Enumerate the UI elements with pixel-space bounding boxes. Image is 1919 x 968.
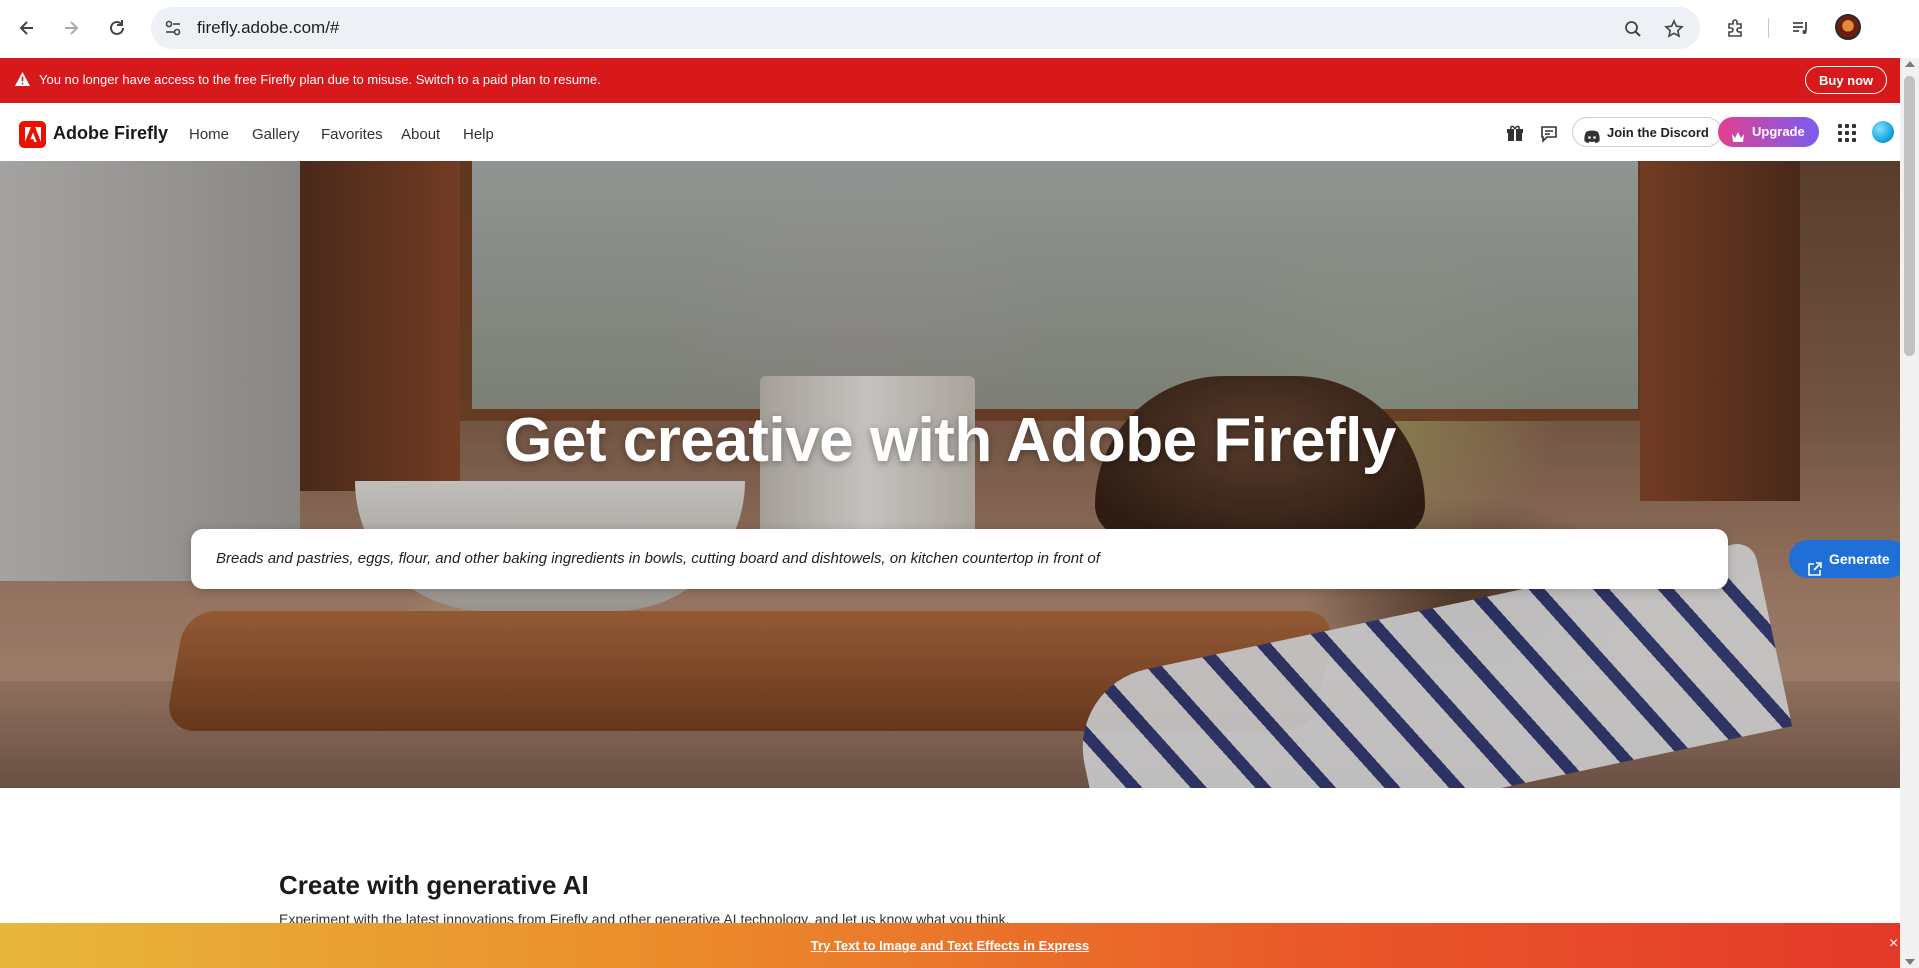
toolbar-divider [1768,18,1769,38]
prompt-input[interactable]: Breads and pastries, eggs, flour, and ot… [191,529,1900,589]
page-scrollbar[interactable] [1900,58,1919,968]
crown-icon [1731,125,1745,155]
hero-title: Get creative with Adobe Firefly [504,406,1396,475]
express-promo-banner: Try Text to Image and Text Effects in Ex… [0,923,1900,968]
discord-icon [1584,125,1600,154]
generate-button[interactable]: Generate [1789,540,1900,578]
user-avatar[interactable] [1872,121,1894,143]
brand-name[interactable]: Adobe Firefly [53,123,168,144]
gift-icon[interactable] [1504,123,1526,145]
back-arrow-icon[interactable] [9,10,45,46]
browser-toolbar: firefly.adobe.com/# [0,0,1919,58]
upgrade-button[interactable]: Upgrade [1718,117,1819,147]
extensions-icon[interactable] [1717,10,1753,46]
section-title: Create with generative AI [279,870,589,900]
reload-icon[interactable] [99,10,135,46]
express-promo-link[interactable]: Try Text to Image and Text Effects in Ex… [0,938,1900,953]
adobe-logo-icon[interactable] [19,121,46,148]
close-icon[interactable]: × [1889,935,1898,953]
address-bar[interactable]: firefly.adobe.com/# [151,7,1700,49]
scroll-up-arrow-icon[interactable] [1905,61,1915,67]
scroll-down-arrow-icon[interactable] [1905,959,1915,965]
scrollbar-thumb[interactable] [1904,76,1915,356]
zoom-icon[interactable] [1622,18,1644,40]
apps-grid-icon[interactable] [1838,124,1856,142]
bookmark-star-icon[interactable] [1663,18,1685,40]
feedback-chat-icon[interactable] [1538,123,1560,145]
media-control-icon[interactable] [1783,10,1819,46]
nav-favorites[interactable]: Favorites [321,126,383,143]
app-header: Adobe Firefly Home Gallery Favorites Abo… [0,103,1900,161]
nav-gallery[interactable]: Gallery [252,126,300,143]
alert-message: You no longer have access to the free Fi… [39,72,601,87]
prompt-text[interactable]: Breads and pastries, eggs, flour, and ot… [216,550,1100,567]
upgrade-label: Upgrade [1752,124,1805,139]
site-settings-icon[interactable] [163,18,183,38]
profile-avatar[interactable] [1835,14,1861,40]
nav-help[interactable]: Help [463,126,494,143]
nav-home[interactable]: Home [189,126,229,143]
hero-banner: Get creative with Adobe Firefly Breads a… [0,161,1900,788]
nav-about[interactable]: About [401,126,440,143]
warning-icon [14,71,31,92]
generate-icon [1808,552,1822,590]
discord-label: Join the Discord [1607,125,1709,140]
generate-label: Generate [1829,551,1890,567]
url-text[interactable]: firefly.adobe.com/# [197,18,339,38]
buy-now-button[interactable]: Buy now [1805,66,1888,94]
join-discord-button[interactable]: Join the Discord [1572,117,1722,147]
forward-arrow-icon[interactable] [53,10,89,46]
access-alert-banner: You no longer have access to the free Fi… [0,58,1900,103]
